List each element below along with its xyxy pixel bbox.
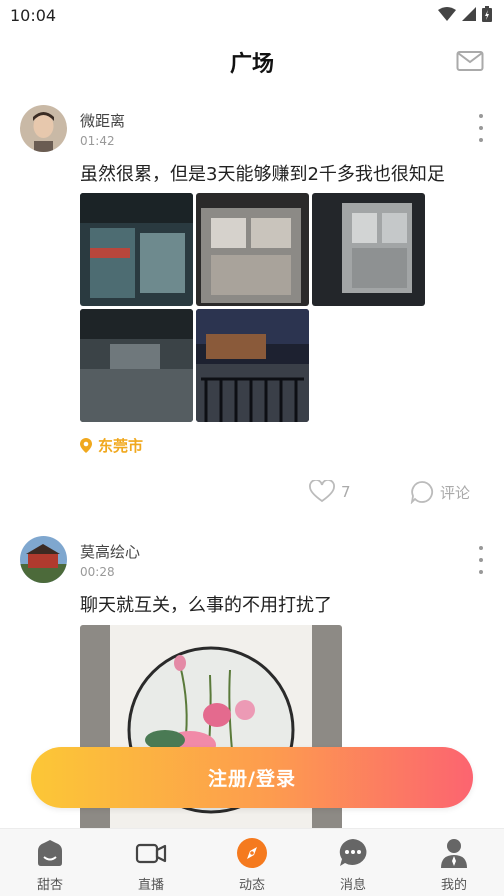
status-time: 10:04 bbox=[10, 6, 57, 25]
page-title: 广场 bbox=[229, 52, 274, 77]
tab-profile[interactable]: 我的 bbox=[414, 829, 494, 896]
comment-label: 评论 bbox=[440, 483, 471, 502]
mail-icon bbox=[456, 51, 484, 71]
register-login-button[interactable]: 注册/登录 bbox=[31, 747, 473, 808]
comment-icon bbox=[410, 481, 434, 504]
user-name[interactable]: 微距离 bbox=[80, 110, 125, 131]
header: 广场 bbox=[0, 32, 504, 90]
comment-button[interactable]: 评论 bbox=[410, 480, 470, 504]
tab-moments[interactable]: 动态 bbox=[212, 829, 292, 896]
post-photo[interactable] bbox=[80, 309, 193, 422]
tab-label: 甜杏 bbox=[36, 878, 63, 893]
like-button[interactable]: 7 bbox=[309, 480, 351, 503]
location-tag[interactable]: 东莞市 bbox=[80, 435, 143, 456]
post-photo[interactable] bbox=[196, 193, 309, 306]
signal-icon bbox=[462, 7, 476, 21]
status-bar: 10:04 bbox=[0, 0, 504, 32]
more-options-button[interactable] bbox=[476, 114, 486, 142]
battery-icon bbox=[482, 6, 492, 22]
post-text: 虽然很累，但是3天能够赚到2千多我也很知足 bbox=[80, 164, 445, 185]
home-icon bbox=[38, 840, 62, 866]
compass-icon bbox=[237, 838, 267, 868]
wifi-icon bbox=[438, 7, 456, 21]
tab-label: 动态 bbox=[238, 878, 265, 893]
tab-live[interactable]: 直播 bbox=[111, 829, 191, 896]
tab-label: 消息 bbox=[339, 878, 366, 893]
avatar[interactable] bbox=[20, 105, 67, 152]
post-photo[interactable] bbox=[196, 309, 309, 422]
tab-home[interactable]: 甜杏 bbox=[10, 829, 90, 896]
mail-button[interactable] bbox=[456, 50, 484, 72]
chat-icon bbox=[339, 839, 367, 866]
video-icon bbox=[135, 843, 167, 864]
location-label: 东莞市 bbox=[98, 437, 144, 455]
heart-icon bbox=[309, 480, 335, 503]
post-photo[interactable] bbox=[312, 193, 425, 306]
location-pin-icon bbox=[80, 438, 92, 453]
avatar[interactable] bbox=[20, 536, 67, 583]
post-text: 聊天就互关，么事的不用打扰了 bbox=[80, 595, 332, 616]
user-icon bbox=[441, 839, 467, 868]
status-icons bbox=[438, 6, 492, 22]
tab-label: 直播 bbox=[137, 878, 164, 893]
post-photo[interactable] bbox=[80, 193, 193, 306]
post-card[interactable]: 微距离 01:42 虽然很累，但是3天能够赚到2千多我也很知足 东莞市 7 评论 bbox=[0, 90, 504, 520]
post-time: 01:42 bbox=[80, 134, 115, 148]
post-time: 00:28 bbox=[80, 565, 115, 579]
more-options-button[interactable] bbox=[476, 546, 486, 574]
user-name[interactable]: 莫高绘心 bbox=[80, 541, 140, 562]
like-count: 7 bbox=[341, 482, 351, 501]
tab-messages[interactable]: 消息 bbox=[313, 829, 393, 896]
bottom-tab-bar: 甜杏 直播 动态 消息 我的 bbox=[0, 828, 504, 896]
tab-label: 我的 bbox=[440, 878, 467, 893]
